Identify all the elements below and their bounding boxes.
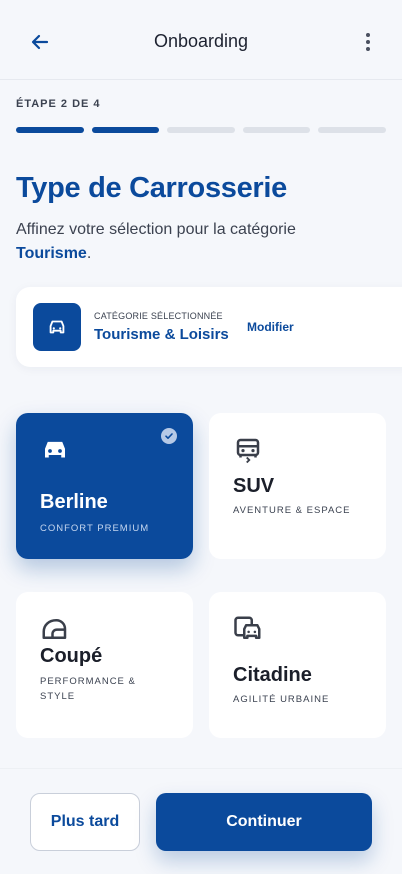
progress-segment	[242, 127, 311, 133]
suv-icon	[236, 438, 260, 464]
option-name: Coupé	[40, 645, 103, 667]
option-desc: AVENTURE & ESPACE	[233, 505, 351, 516]
category-label: CATÉGORIE SÉLECTIONNÉE	[94, 311, 223, 321]
top-bar: Onboarding	[0, 0, 402, 80]
option-desc: AGILITÉ URBAINE	[233, 694, 330, 705]
progress-segment	[16, 127, 84, 133]
subtitle-highlight: Tourisme	[16, 245, 87, 262]
section-heading: Type de Carrosserie	[16, 172, 288, 204]
option-desc: CONFORT PREMIUM	[40, 523, 150, 534]
step-label: ÉTAPE 2 DE 4	[16, 98, 101, 110]
footer-actions: Plus tard Continuer	[0, 768, 402, 874]
subtitle-text: Affinez votre sélection pour la catégori…	[16, 221, 296, 238]
more-menu-button[interactable]	[358, 30, 378, 54]
page-title: Onboarding	[153, 31, 249, 51]
category-icon-badge	[33, 303, 81, 351]
dot-icon	[366, 47, 370, 51]
later-button[interactable]: Plus tard	[30, 793, 140, 851]
dot-icon	[366, 40, 370, 44]
car-front-icon	[49, 320, 65, 334]
progress-segment	[167, 127, 235, 133]
section-subtitle: Affinez votre sélection pour la catégori…	[16, 218, 356, 266]
continue-button[interactable]: Continuer	[156, 793, 372, 851]
progress-bar	[16, 127, 386, 133]
option-card-coupe[interactable]: Coupé PERFORMANCE & STYLE	[16, 592, 193, 738]
category-value: Tourisme & Loisirs	[94, 326, 229, 343]
check-icon	[161, 428, 177, 444]
option-card-suv[interactable]: SUV AVENTURE & ESPACE	[209, 413, 386, 559]
progress-segment	[91, 127, 160, 133]
progress-segment	[318, 127, 386, 133]
option-desc: PERFORMANCE & STYLE	[40, 676, 136, 702]
subtitle-end: .	[86, 245, 92, 262]
option-name: SUV	[233, 475, 275, 497]
selected-category-card: CATÉGORIE SÉLECTIONNÉE Tourisme & Loisir…	[16, 287, 402, 367]
dot-icon	[366, 33, 370, 37]
city-car-icon	[234, 616, 261, 639]
car-front-icon	[45, 441, 65, 458]
option-name: Citadine	[233, 664, 312, 686]
option-card-berline[interactable]: Berline CONFORT PREMIUM	[16, 413, 193, 559]
modify-link[interactable]: Modifier	[247, 320, 294, 334]
option-name: Berline	[40, 491, 108, 513]
coupe-icon	[42, 619, 67, 639]
option-card-citadine[interactable]: Citadine AGILITÉ URBAINE	[209, 592, 386, 738]
